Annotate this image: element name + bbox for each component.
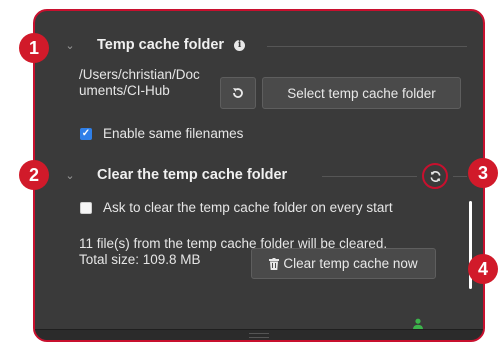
temp-cache-section-header[interactable]: ⌄ Temp cache folder i [63, 37, 246, 53]
ask-on-start-label: Ask to clear the temp cache folder on ev… [103, 200, 393, 215]
refresh-icon [430, 170, 440, 182]
temp-cache-path: /Users/christian/Documents/CI-Hub [79, 67, 200, 98]
select-temp-cache-folder-button[interactable]: Select temp cache folder [262, 77, 461, 109]
refresh-button[interactable] [422, 163, 448, 189]
annotation-marker-2: 2 [19, 160, 49, 190]
clear-temp-cache-now-label: Clear temp cache now [283, 256, 418, 271]
enable-same-filenames-checkbox[interactable]: ✓ [80, 127, 92, 140]
info-icon[interactable]: i [234, 39, 246, 51]
annotation-marker-1: 1 [19, 33, 49, 63]
section-divider [322, 176, 417, 177]
section-divider [453, 176, 467, 177]
enable-same-filenames-label: Enable same filenames [103, 126, 244, 141]
resize-grip[interactable] [249, 333, 269, 338]
clear-temp-cache-now-button[interactable]: Clear temp cache now [251, 248, 436, 279]
annotation-marker-3: 3 [468, 158, 498, 188]
chevron-down-icon[interactable]: ⌄ [63, 39, 77, 52]
ask-on-start-checkbox[interactable] [80, 201, 92, 214]
reset-path-button[interactable] [220, 77, 256, 109]
enable-same-filenames-row[interactable]: ✓ Enable same filenames [80, 126, 243, 141]
settings-panel: ⌄ Temp cache folder i /Users/christian/D… [33, 9, 485, 342]
trash-icon [269, 257, 280, 270]
temp-cache-title: Temp cache folder [97, 37, 225, 53]
chevron-down-icon[interactable]: ⌄ [63, 169, 77, 182]
section-divider [267, 46, 467, 47]
reset-icon [233, 88, 243, 98]
ask-on-start-row[interactable]: Ask to clear the temp cache folder on ev… [80, 200, 393, 215]
annotation-marker-4: 4 [468, 254, 498, 284]
panel-footer [35, 329, 483, 340]
clear-cache-section-header[interactable]: ⌄ Clear the temp cache folder [63, 167, 287, 183]
clear-cache-title: Clear the temp cache folder [97, 167, 288, 183]
